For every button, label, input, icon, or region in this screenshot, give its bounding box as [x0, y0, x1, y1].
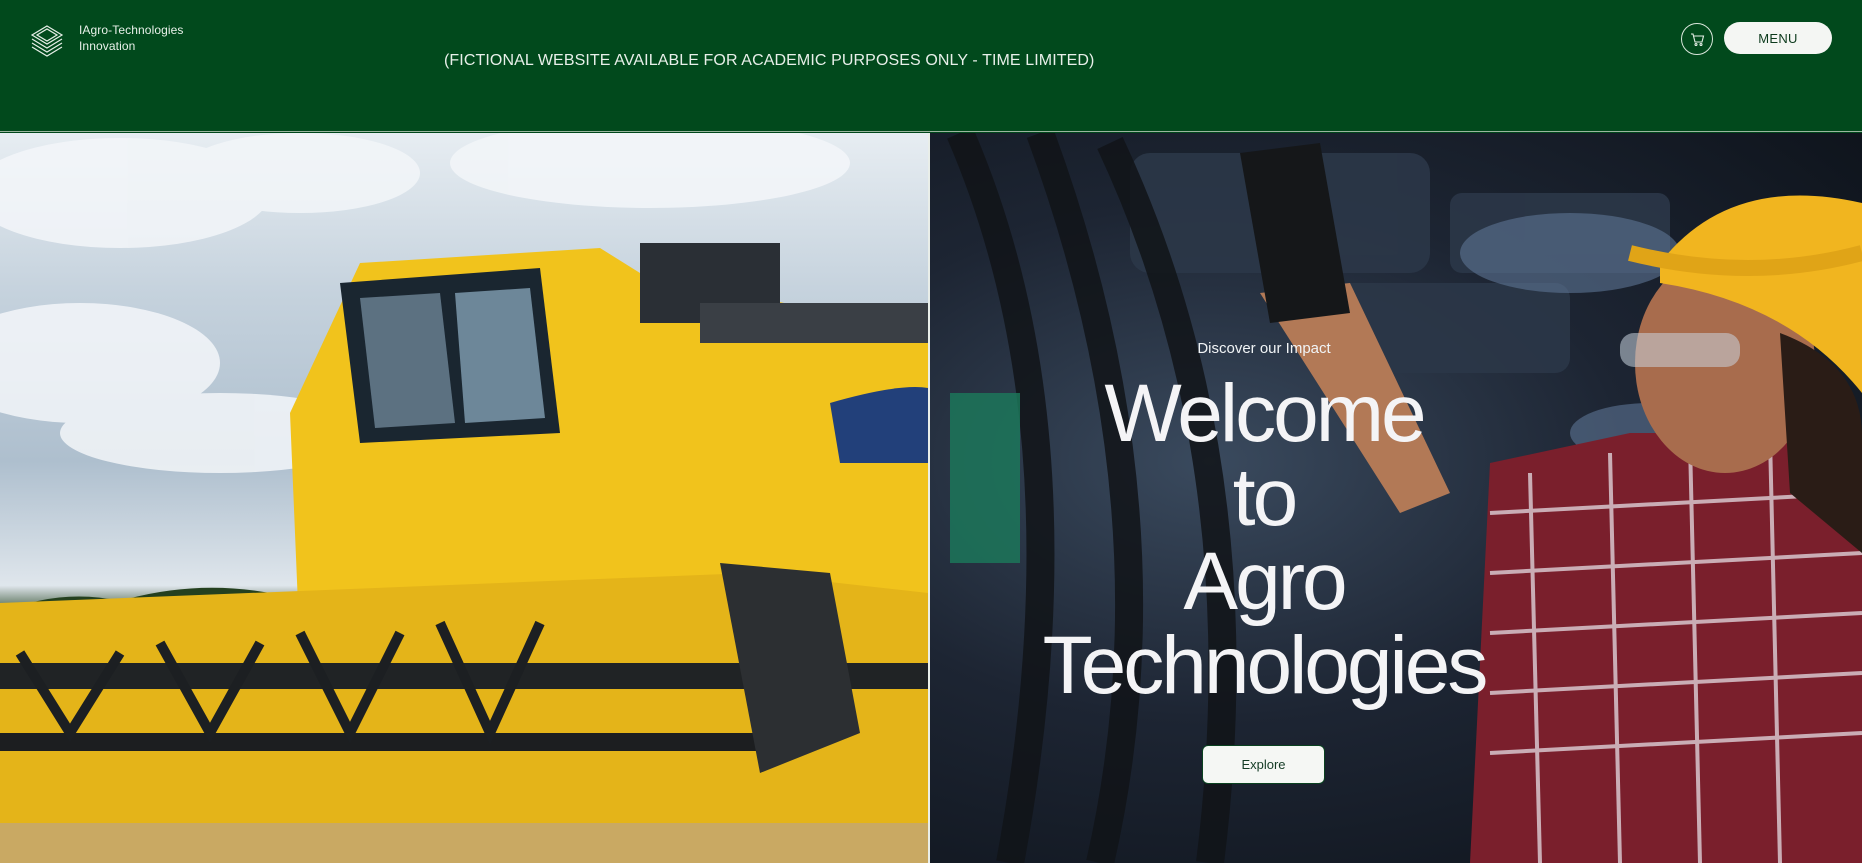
hero-title: Welcome to Agro Technologies [930, 372, 1598, 708]
explore-button[interactable]: Explore [1202, 745, 1325, 784]
brand-line-2: Innovation [79, 39, 136, 53]
menu-button[interactable]: MENU [1724, 22, 1832, 54]
brand-name[interactable]: IAgro-Technologies Innovation [79, 22, 184, 54]
cart-icon [1691, 33, 1705, 47]
hero-title-line-1: Welcome [1104, 368, 1426, 459]
hero-eyebrow: Discover our Impact [1197, 340, 1331, 357]
harvester-image [0, 133, 928, 863]
site-header: IAgro-Technologies Innovation (FICTIONAL… [0, 0, 1862, 132]
cart-button[interactable] [1681, 23, 1713, 55]
academic-notice: (FICTIONAL WEBSITE AVAILABLE FOR ACADEMI… [444, 52, 1095, 69]
logo-icon[interactable] [28, 22, 66, 58]
hero-title-line-4: Technologies [1042, 620, 1489, 711]
hero-title-line-3: Agro [1183, 536, 1347, 627]
brand-line-1: IAgro-Technologies [79, 23, 184, 37]
hero-title-line-2: to [1232, 452, 1298, 543]
